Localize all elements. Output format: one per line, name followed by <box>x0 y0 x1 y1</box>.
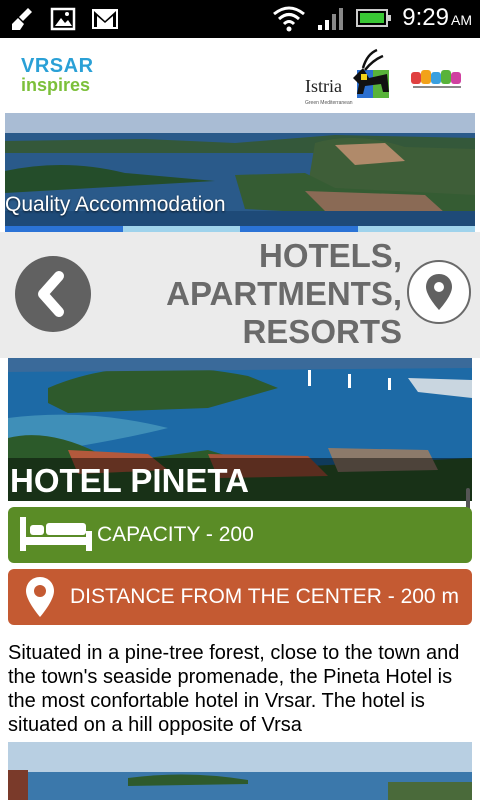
broom-icon <box>12 8 32 30</box>
gallery-icon <box>50 7 76 31</box>
capacity-box: CAPACITY - 200 <box>8 507 472 563</box>
capacity-text: CAPACITY - 200 <box>97 523 254 546</box>
map-button[interactable] <box>407 260 471 324</box>
battery-icon <box>356 9 392 27</box>
vrsar-logo-top: VRSAR <box>21 55 94 77</box>
hotel-name: HOTEL PINETA <box>10 462 249 499</box>
gmail-icon <box>92 9 118 29</box>
hotel-description: Situated in a pine-tree forest, close to… <box>8 642 460 736</box>
signal-icon <box>318 8 344 30</box>
distance-text: DISTANCE FROM THE CENTER - 200 m <box>70 585 459 608</box>
chevron-left-icon <box>38 271 64 317</box>
vrsar-inspires-logo: VRSAR inspires <box>21 56 107 96</box>
page-title-line-2: APARTMENTS, <box>166 275 402 312</box>
map-pin-icon <box>426 274 452 310</box>
status-bar: 9:29 AM <box>0 0 480 38</box>
title-row: HOTELS, APARTMENTS, RESORTS <box>0 232 480 358</box>
hotel-photo: HOTEL PINETA <box>8 358 472 501</box>
back-button[interactable] <box>15 256 91 332</box>
map-pin-icon <box>26 577 54 617</box>
goat-icon <box>353 48 389 98</box>
system-icons: 9:29 AM <box>272 4 472 32</box>
coastline-photo <box>8 742 472 800</box>
mediterranean-logo <box>411 70 461 88</box>
wifi-icon <box>273 6 306 32</box>
page-title-line-3: RESORTS <box>242 313 402 350</box>
vrsar-logo-bottom: inspires <box>21 75 91 95</box>
secondary-photo <box>8 742 472 800</box>
bed-icon <box>20 517 92 551</box>
istria-logo: Istria Green Mediterranean <box>305 48 395 108</box>
notification-icons <box>10 6 120 32</box>
clock-ampm: AM <box>451 12 472 28</box>
app-header: VRSAR inspires Istria Green Mediterranea… <box>5 38 475 113</box>
banner-caption: Quality Accommodation <box>5 193 226 216</box>
istria-logo-text: Istria <box>305 76 342 96</box>
page-title: HOTELS, APARTMENTS, RESORTS <box>122 237 402 351</box>
istria-logo-subtitle: Green Mediterranean <box>305 100 353 106</box>
hero-banner[interactable]: Quality Accommodation <box>5 113 475 232</box>
page-title-line-1: HOTELS, <box>258 237 402 274</box>
clock: 9:29 <box>402 4 449 31</box>
distance-box: DISTANCE FROM THE CENTER - 200 m <box>8 569 472 625</box>
